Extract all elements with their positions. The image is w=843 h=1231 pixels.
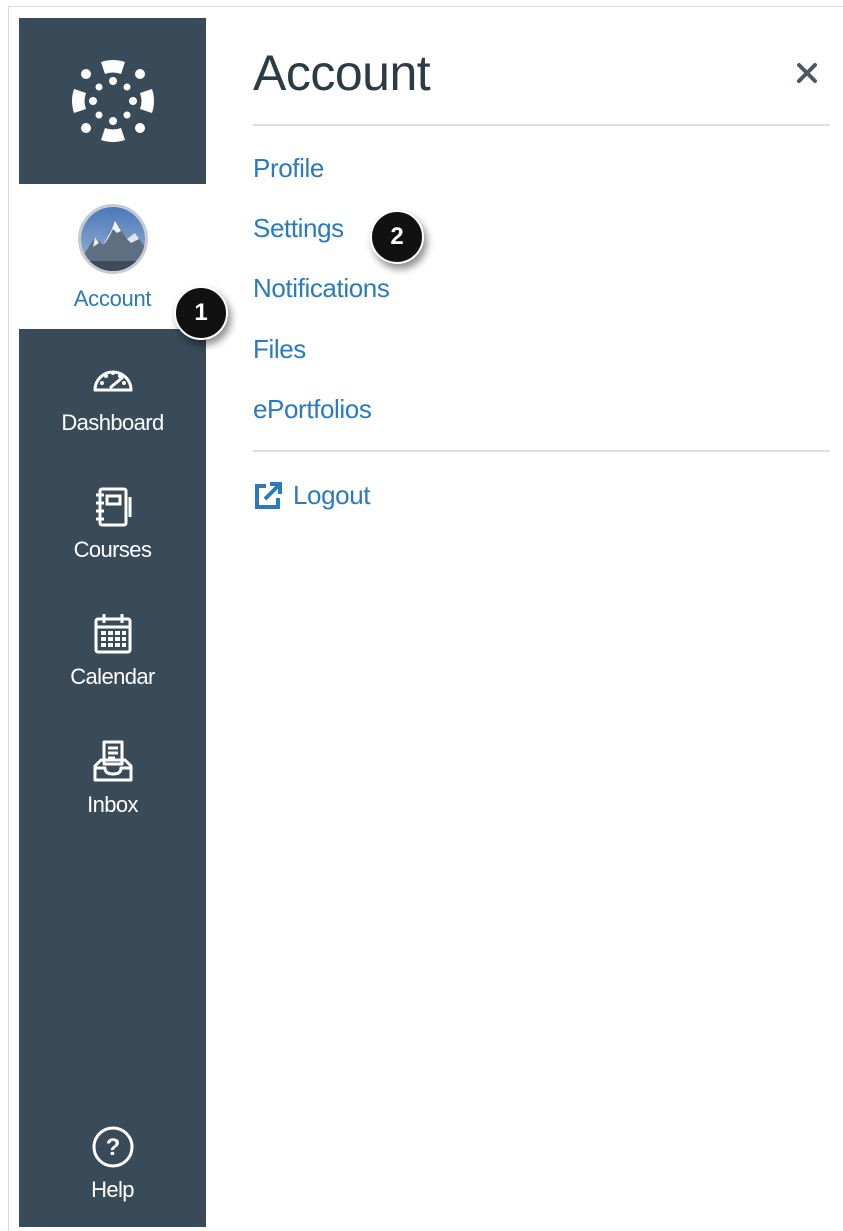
external-link-icon [255,481,282,509]
inbox-icon [93,740,132,782]
nav-item-calendar[interactable]: Calendar [19,610,206,690]
avatar [77,204,148,274]
nav-item-help-label: Help [91,1177,134,1202]
svg-text:?: ? [105,1134,120,1161]
tray-link-notifications[interactable]: Notifications [253,273,390,304]
callout-1: 1 [174,286,228,340]
screenshot-frame: Account Dashboard Courses Calendar Inbox… [0,0,843,1231]
canvas-logo-link[interactable] [19,18,206,184]
avatar-mountain-image [80,207,145,271]
courses-icon [95,487,131,527]
nav-item-help[interactable]: ? Help [19,1123,206,1203]
close-icon [797,63,817,83]
nav-item-account-label: Account [73,286,152,311]
tray-title: Account [253,45,431,101]
tray-divider-bottom [253,450,830,452]
tray-divider-top [253,124,830,126]
global-navigation: Account Dashboard Courses Calendar Inbox… [19,18,206,1227]
logout-label: Logout [293,480,371,510]
nav-item-inbox-label: Inbox [87,792,138,817]
frame-border-left [8,6,9,1231]
close-button[interactable] [790,56,824,90]
nav-item-courses[interactable]: Courses [19,483,206,563]
nav-item-courses-label: Courses [73,537,152,562]
nav-item-calendar-label: Calendar [70,664,155,689]
callout-2: 2 [370,210,424,264]
tray-link-files[interactable]: Files [253,334,306,365]
nav-item-dashboard[interactable]: Dashboard [19,356,206,436]
dashboard-icon [93,370,132,392]
tray-link-eportfolios[interactable]: ePortfolios [253,394,372,425]
logout-button[interactable]: Logout [253,480,371,511]
canvas-logo-icon [71,60,154,142]
nav-item-inbox[interactable]: Inbox [19,738,206,818]
tray-link-profile[interactable]: Profile [253,153,324,184]
tray-link-settings[interactable]: Settings [253,213,344,244]
help-icon: ? [92,1126,133,1168]
calendar-icon [94,614,131,654]
nav-item-dashboard-label: Dashboard [61,410,164,435]
frame-border-top [8,6,843,7]
